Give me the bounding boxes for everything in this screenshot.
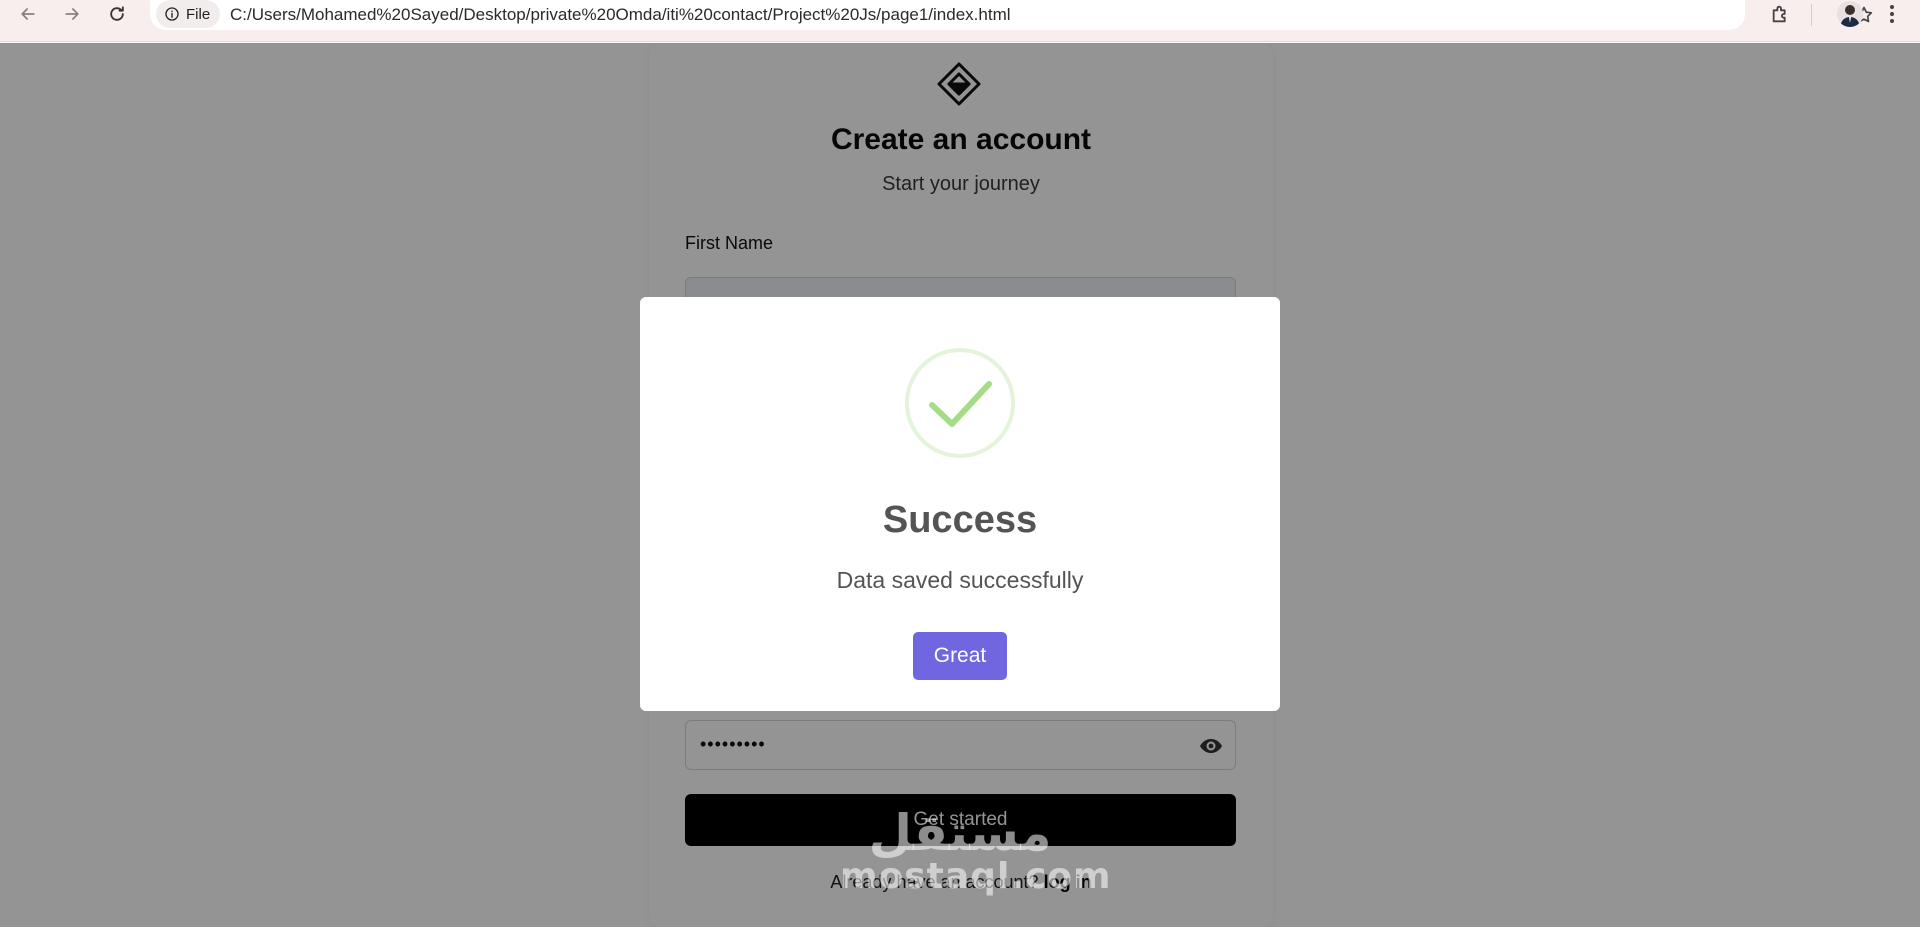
- arrow-right-icon: [65, 8, 79, 20]
- profile-photo-icon: [1837, 1, 1863, 27]
- address-bar[interactable]: File C:/Users/Mohamed%20Sayed/Desktop/pr…: [150, 0, 1873, 30]
- mostaql-watermark: مستقل mostaql.com: [840, 804, 1112, 897]
- browser-toolbar: File C:/Users/Mohamed%20Sayed/Desktop/pr…: [0, 0, 1920, 42]
- more-vertical-icon: [1890, 5, 1894, 23]
- browser-menu-button[interactable]: [1880, 0, 1904, 28]
- reload-icon: [110, 6, 124, 21]
- success-dialog: Success Data saved successfully Great: [640, 297, 1280, 711]
- site-info-chip[interactable]: File: [156, 0, 221, 28]
- reload-button[interactable]: [99, 0, 135, 28]
- arrow-left-icon: [21, 8, 35, 20]
- extensions-button[interactable]: [1766, 0, 1796, 28]
- site-chip-label: File: [186, 5, 211, 23]
- forward-button[interactable]: [54, 0, 90, 28]
- dialog-message: Data saved successfully: [836, 567, 1084, 593]
- success-check-icon: [905, 348, 1015, 458]
- watermark-arabic: مستقل: [868, 804, 1052, 862]
- url-text[interactable]: C:/Users/Mohamed%20Sayed/Desktop/private…: [230, 5, 1011, 25]
- dialog-title: Success: [882, 499, 1038, 541]
- toolbar-divider: [1811, 4, 1812, 26]
- puzzle-icon: [1772, 5, 1786, 23]
- profile-avatar[interactable]: [1837, 1, 1863, 27]
- back-button[interactable]: [10, 0, 46, 28]
- info-icon: [165, 7, 179, 21]
- watermark-latin: mostaql.com: [840, 856, 1112, 897]
- great-button[interactable]: Great: [913, 632, 1007, 680]
